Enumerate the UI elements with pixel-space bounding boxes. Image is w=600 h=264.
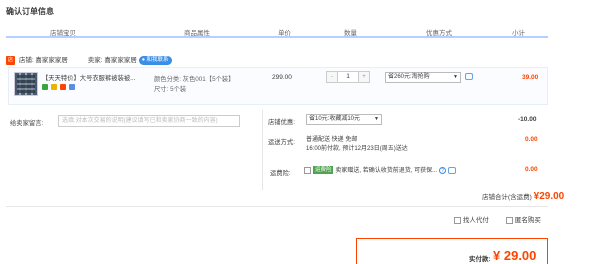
insurance-text: 卖家赠送, 若确认收货前退货, 可获保... bbox=[335, 167, 438, 174]
shipping-label: 运送方式: bbox=[268, 139, 295, 146]
shop-total-amount: 29.00 bbox=[539, 191, 565, 202]
payment-amount: ¥ 29.00 bbox=[493, 248, 536, 263]
separator-line bbox=[6, 206, 548, 207]
product-attr-size: 尺寸: 5个装 bbox=[154, 86, 187, 93]
shop-discount-select[interactable]: 省10元:收藏减10元 ▼ bbox=[306, 114, 382, 125]
qty-input[interactable]: 1 bbox=[337, 72, 359, 82]
service-icon-3 bbox=[59, 84, 66, 90]
col-header-discount: 优惠方式 bbox=[426, 30, 452, 37]
product-attr-color: 颜色分类: 灰色001【5个装】 bbox=[154, 76, 235, 83]
service-icon-1 bbox=[42, 84, 48, 90]
insurance-amount: 0.00 bbox=[525, 166, 538, 173]
payment-amount-value: 29.00 bbox=[503, 248, 537, 263]
shop-total: 店铺合计(含运费) ¥29.00 bbox=[482, 191, 564, 202]
chevron-down-icon: ▼ bbox=[453, 74, 458, 80]
payment-currency: ¥ bbox=[493, 248, 501, 263]
seller-message-label: 给卖家留言: bbox=[10, 120, 44, 127]
shop-discount-value: 省10元:收藏减10元 bbox=[309, 116, 361, 122]
anonymous-checkbox[interactable] bbox=[506, 216, 513, 224]
shop-total-label: 店铺合计(含运费) bbox=[482, 194, 532, 201]
seller-message-input[interactable]: 选填:对本次交易的说明(建议填写已和卖家协商一致的内容) bbox=[58, 115, 240, 127]
item-discount-value: 省260元:淘抢购 bbox=[388, 74, 430, 80]
shop-discount-label: 店铺优惠: bbox=[268, 119, 295, 126]
insurance-row: 运费险 卖家赠送, 若确认收货前退货, 可获保... ? bbox=[304, 166, 456, 175]
unit-price: 299.00 bbox=[272, 74, 292, 81]
payment-label: 实付款: bbox=[469, 256, 491, 263]
qty-minus-button[interactable]: - bbox=[327, 72, 337, 82]
service-icons bbox=[42, 84, 76, 92]
friend-pay-option[interactable]: 找人代付 bbox=[454, 214, 489, 224]
anonymous-label: 匿名购买 bbox=[514, 217, 541, 224]
contact-seller-label: 和我联系 bbox=[146, 56, 169, 63]
insurance-checkbox[interactable] bbox=[304, 166, 311, 174]
product-thumbnail[interactable] bbox=[14, 72, 38, 96]
shipping-eta: 16:00前付款, 预计12月23日(周五)送达 bbox=[306, 146, 408, 152]
friend-pay-checkbox[interactable] bbox=[454, 216, 461, 224]
chevron-down-icon: ▼ bbox=[374, 116, 379, 122]
col-header-price: 单价 bbox=[278, 30, 291, 37]
page-title: 确认订单信息 bbox=[6, 7, 54, 16]
col-header-attr: 商品属性 bbox=[184, 30, 210, 37]
product-title-link[interactable]: 【天天特价】大号衣服裤被装被... bbox=[42, 73, 152, 82]
payment-summary: 实付款: ¥ 29.00 bbox=[356, 238, 548, 264]
shipping-amount: 0.00 bbox=[525, 136, 538, 143]
insurance-badge: 运费险 bbox=[312, 166, 334, 174]
chat-bubble-icon: ● bbox=[141, 56, 146, 63]
anonymous-option[interactable]: 匿名购买 bbox=[506, 214, 541, 224]
qty-plus-button[interactable]: + bbox=[359, 72, 369, 82]
col-header-qty: 数量 bbox=[344, 30, 357, 37]
item-subtotal: 39.00 bbox=[522, 74, 539, 81]
shop-icon: 店 bbox=[6, 55, 15, 65]
order-table-header: 店铺宝贝 商品属性 单价 数量 优惠方式 小计 bbox=[6, 24, 548, 38]
shop-name[interactable]: 店铺: 喜家家家居 bbox=[19, 57, 68, 64]
item-discount-select[interactable]: 省260元:淘抢购 ▼ bbox=[385, 72, 461, 83]
insurance-label: 运费险: bbox=[270, 170, 291, 177]
insurance-chat-icon[interactable] bbox=[448, 166, 456, 174]
shop-discount-amount: -10.00 bbox=[518, 116, 537, 123]
col-header-item: 店铺宝贝 bbox=[50, 30, 76, 37]
section-divider bbox=[262, 110, 263, 190]
friend-pay-label: 找人代付 bbox=[462, 217, 489, 224]
discount-info-icon[interactable] bbox=[465, 73, 473, 80]
seller-name[interactable]: 卖家: 喜家家家居 bbox=[88, 57, 137, 64]
shop-row: 店 店铺: 喜家家家居 卖家: 喜家家家居 ● 和我联系 bbox=[6, 54, 172, 66]
service-icon-2 bbox=[50, 84, 57, 90]
help-icon[interactable]: ? bbox=[439, 166, 447, 174]
shipping-method: 普通配送 快递 免邮 bbox=[306, 137, 358, 143]
col-header-subtotal: 小计 bbox=[512, 30, 525, 37]
service-icon-4 bbox=[68, 84, 75, 90]
quantity-stepper: - 1 + bbox=[326, 71, 370, 83]
contact-seller-button[interactable]: ● 和我联系 bbox=[138, 55, 172, 65]
